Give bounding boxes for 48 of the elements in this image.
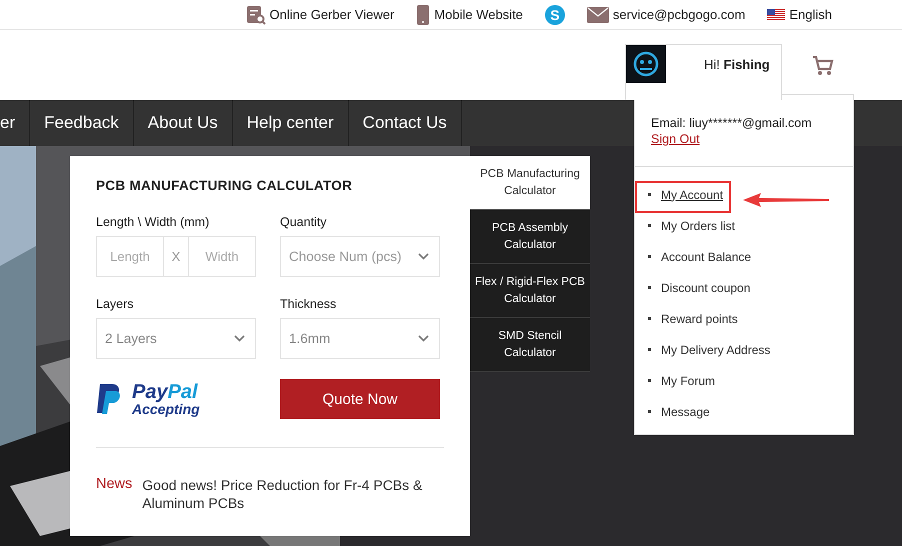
account-menu-link[interactable]: Message bbox=[661, 404, 710, 418]
account-menu-link[interactable]: My Forum bbox=[661, 374, 715, 388]
user-tab[interactable]: Hi! Fishing bbox=[625, 44, 782, 100]
thickness-select[interactable]: 1.6mm bbox=[280, 318, 440, 359]
paypal-brand: PayPal bbox=[132, 382, 199, 402]
field-label: Thickness bbox=[280, 297, 338, 311]
calculator-title: PCB MANUFACTURING CALCULATOR bbox=[96, 178, 354, 193]
document-search-icon bbox=[246, 4, 266, 24]
phone-icon bbox=[416, 4, 430, 24]
account-menu-link[interactable]: Reward points bbox=[661, 312, 738, 326]
field-label: Quantity bbox=[280, 215, 328, 229]
envelope-icon bbox=[586, 6, 609, 22]
top-link[interactable]: English bbox=[767, 7, 832, 22]
account-menu-link[interactable]: Account Balance bbox=[661, 250, 752, 264]
cart-icon[interactable] bbox=[812, 56, 834, 76]
email-text: Email: liuy*******@gmail.com bbox=[651, 116, 813, 130]
bullet-icon bbox=[648, 224, 651, 227]
chevron-down-icon bbox=[234, 335, 245, 342]
account-menu-link[interactable]: My Orders list bbox=[661, 218, 736, 232]
width-input[interactable]: Width bbox=[188, 236, 256, 277]
account-menu-link[interactable]: My Delivery Address bbox=[661, 342, 770, 356]
flag-icon bbox=[767, 8, 786, 20]
greeting-text: Hi! Fishing bbox=[704, 57, 770, 72]
layers-select[interactable]: 2 Layers bbox=[96, 318, 256, 359]
bullet-icon bbox=[648, 317, 651, 320]
calculator-tab[interactable]: PCB Manufacturing Calculator bbox=[470, 156, 590, 210]
paypal-caption: Accepting bbox=[132, 402, 200, 416]
bullet-icon bbox=[648, 348, 651, 351]
bullet-icon bbox=[648, 193, 651, 196]
top-link[interactable]: Online Gerber Viewer bbox=[246, 4, 394, 24]
length-input[interactable]: Length bbox=[96, 236, 164, 277]
bullet-icon bbox=[648, 286, 651, 289]
chevron-down-icon bbox=[418, 253, 429, 260]
account-menu-link[interactable]: My Account bbox=[661, 188, 724, 202]
top-link[interactable]: Mobile Website bbox=[416, 4, 523, 24]
avatar-icon bbox=[626, 45, 666, 83]
top-link[interactable]: service@pcbgogo.com bbox=[586, 6, 746, 22]
bullet-icon bbox=[648, 379, 651, 382]
quote-now-button[interactable]: Quote Now bbox=[280, 379, 440, 419]
account-menu-link[interactable]: Discount coupon bbox=[661, 280, 750, 294]
bullet-icon bbox=[648, 255, 651, 258]
chevron-down-icon bbox=[418, 335, 429, 342]
sign-out-link[interactable]: Sign Out bbox=[651, 132, 837, 146]
news-link[interactable]: Good news! Price Reduction for Fr-4 PCBs & Aluminum PCBs bbox=[142, 476, 442, 512]
field-label: Layers bbox=[96, 297, 135, 311]
news-tag: News bbox=[96, 476, 132, 512]
field-label: Length \ Width (mm) bbox=[96, 215, 210, 229]
bullet-icon bbox=[648, 410, 651, 413]
